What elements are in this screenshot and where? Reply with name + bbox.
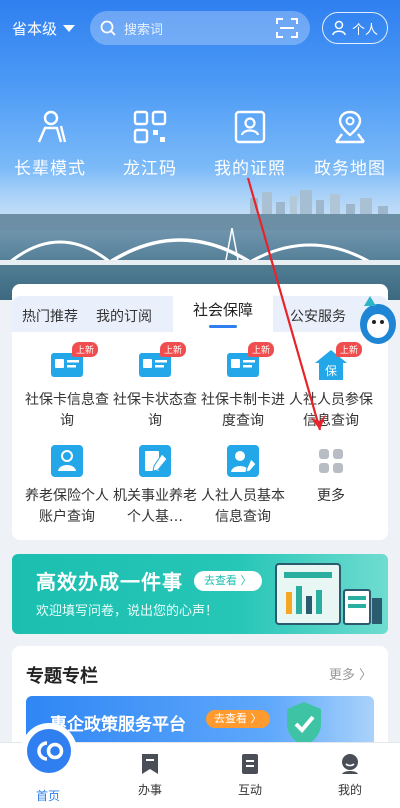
tab-subscribe[interactable]: 我的订阅 xyxy=(96,306,152,326)
tabbar-label: 办事 xyxy=(137,783,162,797)
map-icon xyxy=(335,110,365,144)
tab-police[interactable]: 公安服务 xyxy=(290,306,346,326)
banner-title: 高效办成一件事 xyxy=(36,570,183,594)
profile-icon xyxy=(342,754,358,774)
service-item[interactable]: 养老保险个人账户查询 xyxy=(20,444,114,528)
service-item-more[interactable]: 更多 xyxy=(284,444,378,507)
service-label: 社保卡状态查询 xyxy=(113,392,197,429)
topics-title: 专题专栏 xyxy=(26,666,98,687)
home-fab[interactable] xyxy=(24,726,74,776)
home-logo-icon xyxy=(27,729,71,773)
tab-hot[interactable]: 热门推荐 xyxy=(22,306,78,326)
tab-underline xyxy=(209,325,237,328)
service-item[interactable]: 上新 社保卡信息查询 xyxy=(20,342,114,432)
quick-link-label: 龙江码 xyxy=(123,159,177,179)
card-icon: 上新 xyxy=(50,342,99,382)
city-skyline xyxy=(0,190,400,230)
banner-illustration xyxy=(275,563,382,625)
quick-link-map[interactable]: 政务地图 xyxy=(300,108,400,179)
topics-more-link[interactable]: 更多 〉 xyxy=(329,664,372,683)
quick-link-certificates[interactable]: 我的证照 xyxy=(200,108,300,179)
topic-card-go-button[interactable]: 去查看 〉 xyxy=(206,710,270,728)
tabbar-affairs[interactable]: 办事 xyxy=(100,753,200,798)
tab-social-security[interactable]: 社会保障 xyxy=(173,284,274,334)
service-label: 人社人员参保信息查询 xyxy=(289,392,373,429)
svg-text:保: 保 xyxy=(325,364,337,378)
tabbar-label: 互动 xyxy=(237,783,262,797)
caret-down-icon xyxy=(63,24,76,32)
tab-social-label: 社会保障 xyxy=(193,301,254,319)
new-badge: 上新 xyxy=(248,342,275,357)
elder-icon xyxy=(37,110,67,143)
document-icon xyxy=(242,754,258,774)
edit-doc-icon xyxy=(138,444,172,478)
service-item[interactable]: 保 上新 人社人员参保信息查询 xyxy=(284,342,378,432)
tabbar-mine[interactable]: 我的 xyxy=(300,753,400,798)
service-item[interactable]: 上新 社保卡状态查询 xyxy=(108,342,202,432)
mascot-decoration xyxy=(360,296,396,344)
banner-go-button[interactable]: 去查看 〉 xyxy=(194,571,262,591)
search-placeholder: 搜索词 xyxy=(124,22,164,38)
qrcode-icon xyxy=(133,110,167,144)
region-label: 省本级 xyxy=(12,19,58,38)
personal-label: 个人 xyxy=(351,22,378,38)
bridge-arches xyxy=(0,228,400,274)
service-label: 社保卡制卡进度查询 xyxy=(201,392,285,429)
service-label: 机关事业养老个人基… xyxy=(113,488,197,525)
service-label: 社保卡信息查询 xyxy=(25,392,109,429)
card-status-icon: 上新 xyxy=(138,342,187,382)
shield-icon xyxy=(287,702,321,746)
service-label: 养老保险个人账户查询 xyxy=(25,488,109,525)
bookmark-icon xyxy=(142,754,158,774)
service-item[interactable]: 上新 社保卡制卡进度查询 xyxy=(196,342,290,432)
scan-icon[interactable] xyxy=(276,18,298,38)
quick-link-elder[interactable]: 长辈模式 xyxy=(0,108,100,179)
tabbar-interact[interactable]: 互动 xyxy=(200,753,300,798)
promo-banner[interactable]: 高效办成一件事 去查看 〉 欢迎填写问卷，说出您的心声！ xyxy=(12,554,388,634)
quick-link-label: 政务地图 xyxy=(314,159,386,179)
service-label: 更多 xyxy=(317,488,345,504)
quick-link-label: 我的证照 xyxy=(214,159,286,179)
personal-button[interactable]: 个人 xyxy=(322,12,388,44)
tabbar-home-label: 首页 xyxy=(36,789,61,803)
region-selector[interactable]: 省本级 xyxy=(12,14,76,42)
quick-link-label: 长辈模式 xyxy=(14,159,86,179)
quick-link-qrcode[interactable]: 龙江码 xyxy=(100,108,200,179)
quick-links: 长辈模式 龙江码 我的证照 政务地图 xyxy=(0,108,400,179)
service-label: 人社人员基本信息查询 xyxy=(201,488,285,525)
id-card-icon xyxy=(234,110,266,144)
service-item[interactable]: 人社人员基本信息查询 xyxy=(196,444,290,528)
user-icon xyxy=(332,20,346,36)
new-badge: 上新 xyxy=(72,342,99,357)
card-progress-icon: 上新 xyxy=(226,342,275,382)
pension-icon xyxy=(50,444,84,478)
more-grid-icon xyxy=(314,444,348,478)
new-badge: 上新 xyxy=(336,342,363,357)
service-item[interactable]: 机关事业养老个人基… xyxy=(108,444,202,528)
search-icon xyxy=(100,20,116,36)
banner-subtitle: 欢迎填写问卷，说出您的心声！ xyxy=(36,604,219,619)
person-edit-icon xyxy=(226,444,260,478)
insurance-home-icon: 保 上新 xyxy=(314,342,363,382)
new-badge: 上新 xyxy=(160,342,187,357)
tabbar-label: 我的 xyxy=(337,783,362,797)
